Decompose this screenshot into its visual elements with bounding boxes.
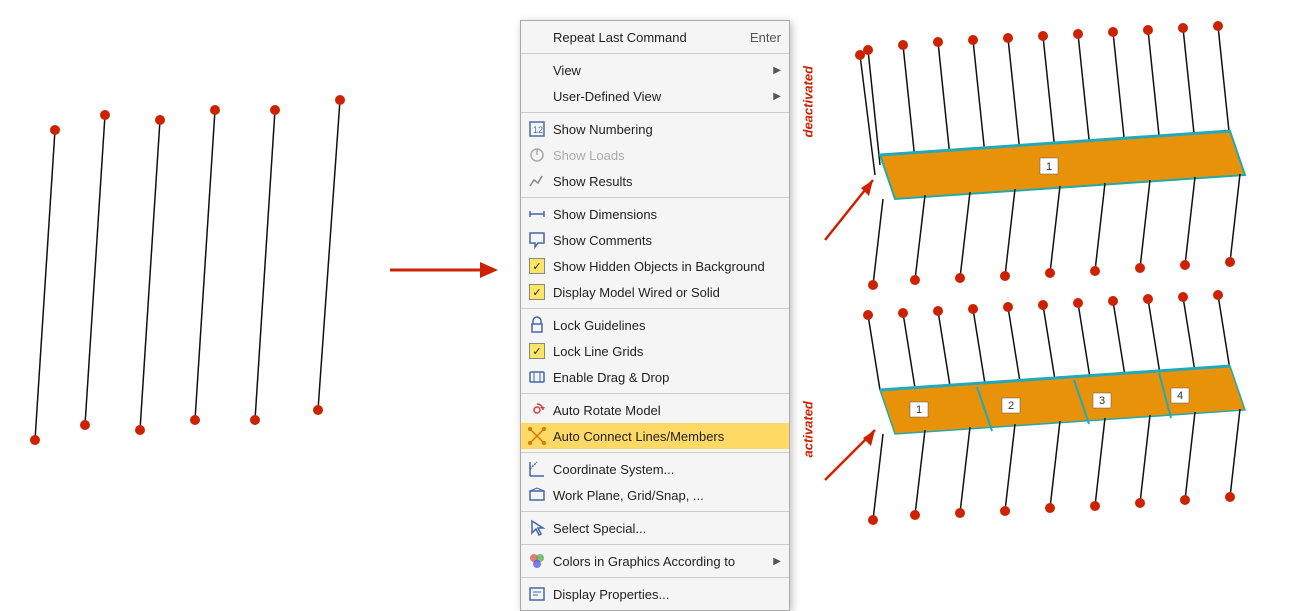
menu-item-lock-guidelines[interactable]: Lock Guidelines — [521, 312, 789, 338]
menu-separator — [521, 197, 789, 198]
menu-item-lock-linegrids[interactable]: ✓ Lock Line Grids — [521, 338, 789, 364]
menu-item-label-auto-rotate: Auto Rotate Model — [553, 403, 781, 418]
menu-item-label-repeat: Repeat Last Command — [553, 30, 730, 45]
menu-item-workplane[interactable]: Work Plane, Grid/Snap, ... — [521, 482, 789, 508]
menu-item-colors[interactable]: Colors in Graphics According to▶ — [521, 548, 789, 574]
right-diagram: 1 1 — [795, 0, 1302, 611]
menu-item-label-select-special: Select Special... — [553, 521, 781, 536]
menu-item-display-model[interactable]: ✓ Display Model Wired or Solid — [521, 279, 789, 305]
menu-separator — [521, 452, 789, 453]
select-special-icon — [527, 518, 547, 538]
menu-item-show-results[interactable]: Show Results — [521, 168, 789, 194]
user-view-icon — [527, 86, 547, 106]
menu-item-show-dimensions[interactable]: Show Dimensions — [521, 201, 789, 227]
menu-item-label-user-view: User-Defined View — [553, 89, 773, 104]
svg-text:1: 1 — [1046, 161, 1052, 173]
menu-item-repeat[interactable]: Repeat Last Command Enter — [521, 24, 789, 50]
workplane-icon — [527, 485, 547, 505]
show-numbering-icon: 12 — [527, 119, 547, 139]
menu-item-user-view[interactable]: User-Defined View▶ — [521, 83, 789, 109]
svg-text:3: 3 — [1099, 395, 1105, 407]
menu-item-shortcut-repeat: Enter — [750, 30, 781, 45]
auto-connect-icon — [527, 426, 547, 446]
repeat-icon — [527, 27, 547, 47]
colors-icon — [527, 551, 547, 571]
context-menu: Repeat Last CommandEnterView▶User-Define… — [520, 20, 790, 611]
coordinate-icon — [527, 459, 547, 479]
menu-item-show-numbering[interactable]: 12 Show Numbering — [521, 116, 789, 142]
menu-item-enable-drag[interactable]: Enable Drag & Drop — [521, 364, 789, 390]
menu-separator — [521, 112, 789, 113]
menu-item-label-show-comments: Show Comments — [553, 233, 781, 248]
menu-item-arrow-user-view: ▶ — [773, 91, 781, 102]
svg-text:12: 12 — [533, 125, 543, 135]
menu-item-arrow-colors: ▶ — [773, 556, 781, 567]
menu-item-label-auto-connect: Auto Connect Lines/Members — [553, 429, 781, 444]
menu-item-label-display-model: Display Model Wired or Solid — [553, 285, 781, 300]
svg-text:2: 2 — [1008, 400, 1014, 412]
menu-item-label-display-props: Display Properties... — [553, 587, 781, 602]
menu-item-label-show-dimensions: Show Dimensions — [553, 207, 781, 222]
lock-guidelines-icon — [527, 315, 547, 335]
menu-item-display-props[interactable]: Display Properties... — [521, 581, 789, 607]
show-results-icon — [527, 171, 547, 191]
svg-text:4: 4 — [1177, 390, 1183, 402]
menu-item-auto-connect[interactable]: Auto Connect Lines/Members — [521, 423, 789, 449]
menu-item-show-loads: Show Loads — [521, 142, 789, 168]
menu-item-arrow-view: ▶ — [773, 65, 781, 76]
activated-label: activated — [801, 401, 816, 457]
menu-item-view[interactable]: View▶ — [521, 57, 789, 83]
show-comments-icon — [527, 230, 547, 250]
menu-item-label-show-numbering: Show Numbering — [553, 122, 781, 137]
menu-item-show-comments[interactable]: Show Comments — [521, 227, 789, 253]
menu-item-label-show-results: Show Results — [553, 174, 781, 189]
enable-drag-icon — [527, 367, 547, 387]
menu-item-coordinate[interactable]: Coordinate System... — [521, 456, 789, 482]
menu-item-label-show-hidden: Show Hidden Objects in Background — [553, 259, 781, 274]
menu-item-select-special[interactable]: Select Special... — [521, 515, 789, 541]
menu-item-label-lock-guidelines: Lock Guidelines — [553, 318, 781, 333]
menu-item-auto-rotate[interactable]: Auto Rotate Model — [521, 397, 789, 423]
show-loads-icon — [527, 145, 547, 165]
auto-rotate-icon — [527, 400, 547, 420]
deactivated-label: deactivated — [801, 66, 816, 138]
lock-linegrids-icon: ✓ — [527, 341, 547, 361]
view-icon — [527, 60, 547, 80]
left-diagram — [0, 0, 510, 611]
show-dimensions-icon — [527, 204, 547, 224]
menu-item-label-coordinate: Coordinate System... — [553, 462, 781, 477]
display-model-icon: ✓ — [527, 282, 547, 302]
menu-item-show-hidden[interactable]: ✓ Show Hidden Objects in Background — [521, 253, 789, 279]
menu-separator — [521, 577, 789, 578]
menu-separator — [521, 53, 789, 54]
menu-item-label-workplane: Work Plane, Grid/Snap, ... — [553, 488, 781, 503]
menu-item-label-show-loads: Show Loads — [553, 148, 781, 163]
menu-separator — [521, 308, 789, 309]
menu-item-label-colors: Colors in Graphics According to — [553, 554, 773, 569]
svg-text:1: 1 — [916, 404, 922, 416]
menu-separator — [521, 393, 789, 394]
menu-item-label-enable-drag: Enable Drag & Drop — [553, 370, 781, 385]
display-props-icon — [527, 584, 547, 604]
show-hidden-icon: ✓ — [527, 256, 547, 276]
menu-item-label-lock-linegrids: Lock Line Grids — [553, 344, 781, 359]
menu-separator — [521, 511, 789, 512]
menu-item-label-view: View — [553, 63, 773, 78]
menu-separator — [521, 544, 789, 545]
